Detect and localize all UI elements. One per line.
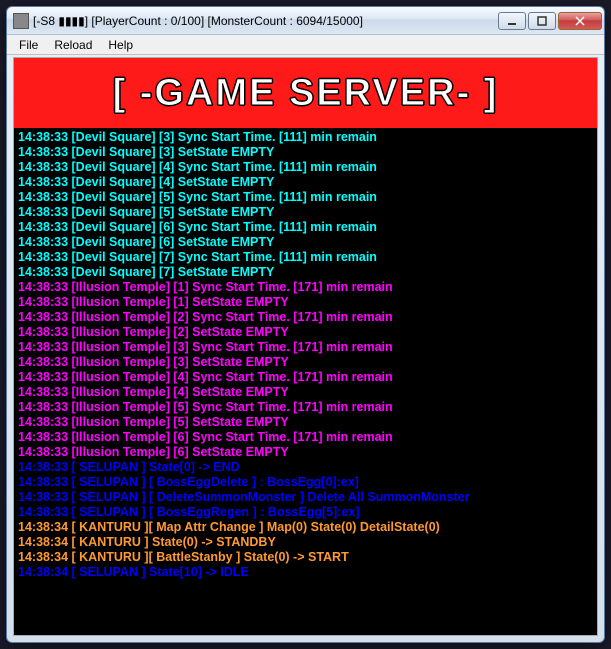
- app-icon: [13, 13, 29, 29]
- log-line: 14:38:33 [ SELUPAN ] [ BossEggRegen ] : …: [18, 505, 593, 520]
- log-line: 14:38:33 [Illusion Temple] [6] Sync Star…: [18, 430, 593, 445]
- log-line: 14:38:33 [Devil Square] [5] Sync Start T…: [18, 190, 593, 205]
- log-line: 14:38:34 [ KANTURU ][ BattleStanby ] Sta…: [18, 550, 593, 565]
- log-line: 14:38:33 [Devil Square] [7] SetState EMP…: [18, 265, 593, 280]
- log-line: 14:38:33 [Illusion Temple] [5] SetState …: [18, 415, 593, 430]
- log-line: 14:38:33 [Illusion Temple] [5] Sync Star…: [18, 400, 593, 415]
- window-controls: [496, 12, 602, 30]
- window-title: [-S8 ▮▮▮▮] [PlayerCount : 0/100] [Monste…: [33, 14, 496, 28]
- log-line: 14:38:34 [ SELUPAN ] State[10] -> IDLE: [18, 565, 593, 580]
- close-button[interactable]: [558, 12, 602, 30]
- log-line: 14:38:33 [Illusion Temple] [1] SetState …: [18, 295, 593, 310]
- app-window: [-S8 ▮▮▮▮] [PlayerCount : 0/100] [Monste…: [6, 6, 605, 643]
- log-line: 14:38:33 [Illusion Temple] [2] Sync Star…: [18, 310, 593, 325]
- log-line: 14:38:33 [Illusion Temple] [3] Sync Star…: [18, 340, 593, 355]
- log-line: 14:38:33 [Devil Square] [4] Sync Start T…: [18, 160, 593, 175]
- log-line: 14:38:33 [ SELUPAN ] State[0] -> END: [18, 460, 593, 475]
- maximize-icon: [537, 16, 547, 26]
- log-line: 14:38:33 [Devil Square] [3] Sync Start T…: [18, 130, 593, 145]
- log-line: 14:38:33 [Devil Square] [3] SetState EMP…: [18, 145, 593, 160]
- banner: [ -GAME SERVER- ]: [14, 58, 597, 128]
- title-bar[interactable]: [-S8 ▮▮▮▮] [PlayerCount : 0/100] [Monste…: [7, 7, 604, 35]
- log-line: 14:38:33 [Illusion Temple] [2] SetState …: [18, 325, 593, 340]
- log-line: 14:38:33 [Devil Square] [6] SetState EMP…: [18, 235, 593, 250]
- menu-bar: File Reload Help: [7, 35, 604, 55]
- minimize-button[interactable]: [498, 12, 526, 30]
- minimize-icon: [507, 16, 517, 26]
- log-line: 14:38:33 [Illusion Temple] [1] Sync Star…: [18, 280, 593, 295]
- close-icon: [575, 16, 585, 26]
- client-area: [ -GAME SERVER- ] 14:38:33 [Devil Square…: [13, 57, 598, 636]
- log-line: 14:38:33 [Devil Square] [5] SetState EMP…: [18, 205, 593, 220]
- menu-help[interactable]: Help: [100, 36, 141, 54]
- log-line: 14:38:33 [Devil Square] [6] Sync Start T…: [18, 220, 593, 235]
- log-line: 14:38:33 [ SELUPAN ] [ DeleteSummonMonst…: [18, 490, 593, 505]
- log-line: 14:38:33 [Illusion Temple] [3] SetState …: [18, 355, 593, 370]
- log-line: 14:38:33 [Illusion Temple] [4] SetState …: [18, 385, 593, 400]
- log-line: 14:38:33 [Devil Square] [7] Sync Start T…: [18, 250, 593, 265]
- banner-text: [ -GAME SERVER- ]: [113, 72, 499, 115]
- log-line: 14:38:33 [Illusion Temple] [6] SetState …: [18, 445, 593, 460]
- log-line: 14:38:33 [ SELUPAN ] [ BossEggDelete ] :…: [18, 475, 593, 490]
- maximize-button[interactable]: [528, 12, 556, 30]
- log-panel[interactable]: 14:38:33 [Devil Square] [3] Sync Start T…: [14, 128, 597, 582]
- menu-file[interactable]: File: [11, 36, 46, 54]
- log-line: 14:38:34 [ KANTURU ][ Map Attr Change ] …: [18, 520, 593, 535]
- menu-reload[interactable]: Reload: [46, 36, 100, 54]
- log-line: 14:38:33 [Devil Square] [4] SetState EMP…: [18, 175, 593, 190]
- log-line: 14:38:34 [ KANTURU ] State(0) -> STANDBY: [18, 535, 593, 550]
- log-line: 14:38:33 [Illusion Temple] [4] Sync Star…: [18, 370, 593, 385]
